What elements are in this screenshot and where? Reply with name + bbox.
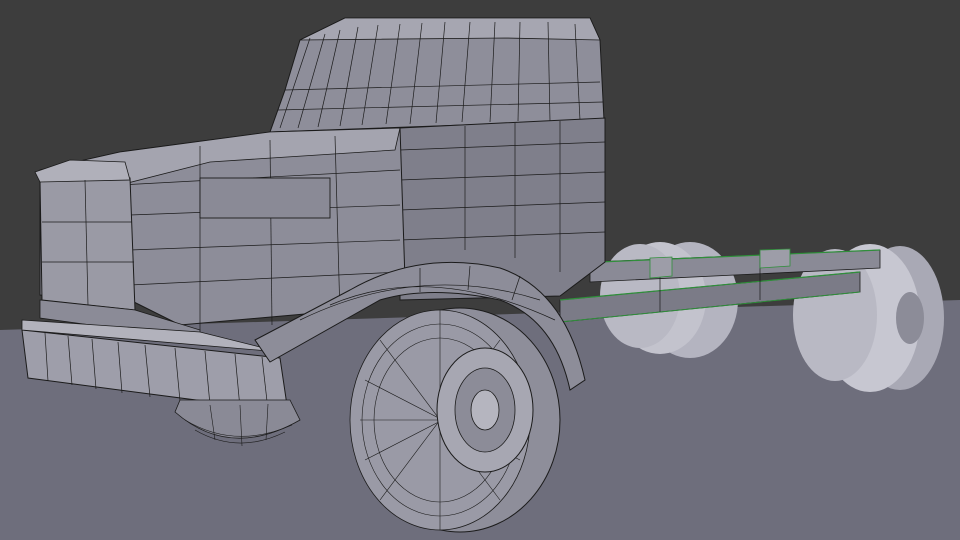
front-wheel-right [349,307,561,533]
3d-viewport[interactable] [0,0,960,540]
cab-roof [269,17,605,133]
truck-render[interactable] [0,0,960,540]
